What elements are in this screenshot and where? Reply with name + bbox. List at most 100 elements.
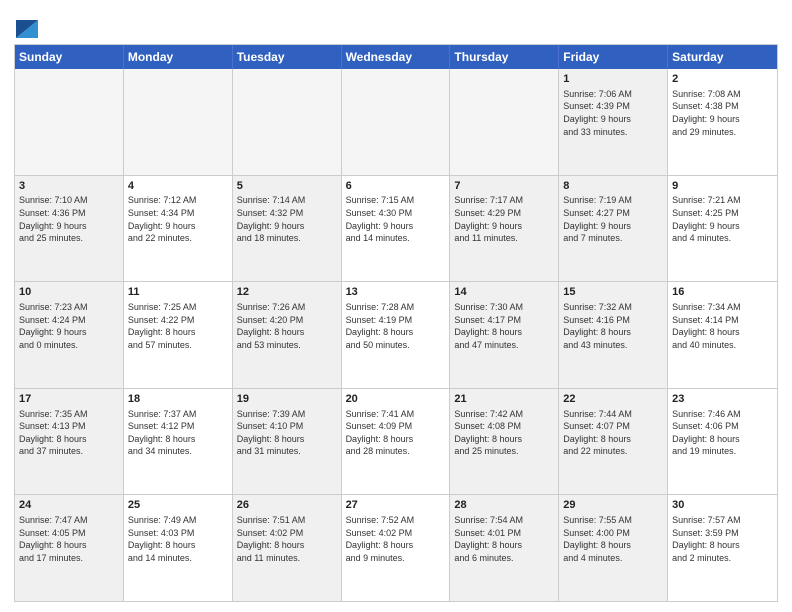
day-info: Sunrise: 7:12 AM Sunset: 4:34 PM Dayligh… (128, 194, 228, 244)
day-info: Sunrise: 7:44 AM Sunset: 4:07 PM Dayligh… (563, 408, 663, 458)
day-number: 9 (672, 179, 773, 194)
calendar-day-cell (233, 69, 342, 175)
calendar-day-cell: 3Sunrise: 7:10 AM Sunset: 4:36 PM Daylig… (15, 176, 124, 282)
day-number: 1 (563, 72, 663, 87)
day-info: Sunrise: 7:15 AM Sunset: 4:30 PM Dayligh… (346, 194, 446, 244)
day-info: Sunrise: 7:14 AM Sunset: 4:32 PM Dayligh… (237, 194, 337, 244)
weekday-header: Wednesday (342, 45, 451, 69)
day-number: 27 (346, 498, 446, 513)
day-number: 29 (563, 498, 663, 513)
calendar-day-cell: 13Sunrise: 7:28 AM Sunset: 4:19 PM Dayli… (342, 282, 451, 388)
day-info: Sunrise: 7:32 AM Sunset: 4:16 PM Dayligh… (563, 301, 663, 351)
day-info: Sunrise: 7:34 AM Sunset: 4:14 PM Dayligh… (672, 301, 773, 351)
calendar-day-cell (450, 69, 559, 175)
day-number: 13 (346, 285, 446, 300)
calendar-day-cell: 22Sunrise: 7:44 AM Sunset: 4:07 PM Dayli… (559, 389, 668, 495)
calendar-day-cell: 28Sunrise: 7:54 AM Sunset: 4:01 PM Dayli… (450, 495, 559, 601)
day-number: 2 (672, 72, 773, 87)
weekday-header: Saturday (668, 45, 777, 69)
day-number: 20 (346, 392, 446, 407)
day-number: 14 (454, 285, 554, 300)
day-number: 21 (454, 392, 554, 407)
day-info: Sunrise: 7:28 AM Sunset: 4:19 PM Dayligh… (346, 301, 446, 351)
day-info: Sunrise: 7:10 AM Sunset: 4:36 PM Dayligh… (19, 194, 119, 244)
day-number: 24 (19, 498, 119, 513)
calendar-day-cell (124, 69, 233, 175)
calendar-day-cell: 27Sunrise: 7:52 AM Sunset: 4:02 PM Dayli… (342, 495, 451, 601)
calendar-day-cell: 29Sunrise: 7:55 AM Sunset: 4:00 PM Dayli… (559, 495, 668, 601)
day-info: Sunrise: 7:37 AM Sunset: 4:12 PM Dayligh… (128, 408, 228, 458)
day-info: Sunrise: 7:39 AM Sunset: 4:10 PM Dayligh… (237, 408, 337, 458)
calendar-day-cell: 12Sunrise: 7:26 AM Sunset: 4:20 PM Dayli… (233, 282, 342, 388)
calendar-day-cell: 16Sunrise: 7:34 AM Sunset: 4:14 PM Dayli… (668, 282, 777, 388)
calendar-day-cell (342, 69, 451, 175)
calendar-day-cell: 5Sunrise: 7:14 AM Sunset: 4:32 PM Daylig… (233, 176, 342, 282)
day-number: 15 (563, 285, 663, 300)
calendar-week-row: 1Sunrise: 7:06 AM Sunset: 4:39 PM Daylig… (15, 69, 777, 175)
weekday-header: Friday (559, 45, 668, 69)
calendar-day-cell (15, 69, 124, 175)
day-number: 22 (563, 392, 663, 407)
calendar-day-cell: 14Sunrise: 7:30 AM Sunset: 4:17 PM Dayli… (450, 282, 559, 388)
day-number: 4 (128, 179, 228, 194)
day-number: 26 (237, 498, 337, 513)
calendar-day-cell: 23Sunrise: 7:46 AM Sunset: 4:06 PM Dayli… (668, 389, 777, 495)
logo (14, 10, 38, 38)
day-info: Sunrise: 7:47 AM Sunset: 4:05 PM Dayligh… (19, 514, 119, 564)
day-info: Sunrise: 7:51 AM Sunset: 4:02 PM Dayligh… (237, 514, 337, 564)
day-number: 30 (672, 498, 773, 513)
calendar-day-cell: 6Sunrise: 7:15 AM Sunset: 4:30 PM Daylig… (342, 176, 451, 282)
day-info: Sunrise: 7:49 AM Sunset: 4:03 PM Dayligh… (128, 514, 228, 564)
calendar-day-cell: 7Sunrise: 7:17 AM Sunset: 4:29 PM Daylig… (450, 176, 559, 282)
weekday-header: Monday (124, 45, 233, 69)
day-info: Sunrise: 7:41 AM Sunset: 4:09 PM Dayligh… (346, 408, 446, 458)
calendar-day-cell: 26Sunrise: 7:51 AM Sunset: 4:02 PM Dayli… (233, 495, 342, 601)
day-number: 16 (672, 285, 773, 300)
day-number: 23 (672, 392, 773, 407)
calendar-day-cell: 25Sunrise: 7:49 AM Sunset: 4:03 PM Dayli… (124, 495, 233, 601)
weekday-header: Sunday (15, 45, 124, 69)
day-number: 5 (237, 179, 337, 194)
day-number: 11 (128, 285, 228, 300)
calendar-week-row: 24Sunrise: 7:47 AM Sunset: 4:05 PM Dayli… (15, 494, 777, 601)
day-info: Sunrise: 7:25 AM Sunset: 4:22 PM Dayligh… (128, 301, 228, 351)
day-info: Sunrise: 7:26 AM Sunset: 4:20 PM Dayligh… (237, 301, 337, 351)
calendar-day-cell: 17Sunrise: 7:35 AM Sunset: 4:13 PM Dayli… (15, 389, 124, 495)
calendar-day-cell: 8Sunrise: 7:19 AM Sunset: 4:27 PM Daylig… (559, 176, 668, 282)
day-number: 8 (563, 179, 663, 194)
day-info: Sunrise: 7:17 AM Sunset: 4:29 PM Dayligh… (454, 194, 554, 244)
calendar-day-cell: 2Sunrise: 7:08 AM Sunset: 4:38 PM Daylig… (668, 69, 777, 175)
calendar-week-row: 3Sunrise: 7:10 AM Sunset: 4:36 PM Daylig… (15, 175, 777, 282)
day-info: Sunrise: 7:57 AM Sunset: 3:59 PM Dayligh… (672, 514, 773, 564)
calendar-day-cell: 9Sunrise: 7:21 AM Sunset: 4:25 PM Daylig… (668, 176, 777, 282)
calendar-day-cell: 30Sunrise: 7:57 AM Sunset: 3:59 PM Dayli… (668, 495, 777, 601)
calendar-day-cell: 10Sunrise: 7:23 AM Sunset: 4:24 PM Dayli… (15, 282, 124, 388)
calendar-day-cell: 20Sunrise: 7:41 AM Sunset: 4:09 PM Dayli… (342, 389, 451, 495)
day-number: 25 (128, 498, 228, 513)
calendar: SundayMondayTuesdayWednesdayThursdayFrid… (14, 44, 778, 602)
day-number: 7 (454, 179, 554, 194)
day-number: 6 (346, 179, 446, 194)
day-number: 17 (19, 392, 119, 407)
day-info: Sunrise: 7:46 AM Sunset: 4:06 PM Dayligh… (672, 408, 773, 458)
weekday-header: Thursday (450, 45, 559, 69)
day-info: Sunrise: 7:54 AM Sunset: 4:01 PM Dayligh… (454, 514, 554, 564)
calendar-week-row: 10Sunrise: 7:23 AM Sunset: 4:24 PM Dayli… (15, 281, 777, 388)
day-info: Sunrise: 7:30 AM Sunset: 4:17 PM Dayligh… (454, 301, 554, 351)
day-info: Sunrise: 7:08 AM Sunset: 4:38 PM Dayligh… (672, 88, 773, 138)
page: SundayMondayTuesdayWednesdayThursdayFrid… (0, 0, 792, 612)
calendar-day-cell: 21Sunrise: 7:42 AM Sunset: 4:08 PM Dayli… (450, 389, 559, 495)
day-number: 10 (19, 285, 119, 300)
day-info: Sunrise: 7:21 AM Sunset: 4:25 PM Dayligh… (672, 194, 773, 244)
calendar-day-cell: 19Sunrise: 7:39 AM Sunset: 4:10 PM Dayli… (233, 389, 342, 495)
day-info: Sunrise: 7:55 AM Sunset: 4:00 PM Dayligh… (563, 514, 663, 564)
calendar-day-cell: 24Sunrise: 7:47 AM Sunset: 4:05 PM Dayli… (15, 495, 124, 601)
calendar-day-cell: 15Sunrise: 7:32 AM Sunset: 4:16 PM Dayli… (559, 282, 668, 388)
day-info: Sunrise: 7:52 AM Sunset: 4:02 PM Dayligh… (346, 514, 446, 564)
logo-icon (16, 10, 38, 38)
calendar-day-cell: 11Sunrise: 7:25 AM Sunset: 4:22 PM Dayli… (124, 282, 233, 388)
day-info: Sunrise: 7:35 AM Sunset: 4:13 PM Dayligh… (19, 408, 119, 458)
calendar-week-row: 17Sunrise: 7:35 AM Sunset: 4:13 PM Dayli… (15, 388, 777, 495)
header (14, 10, 778, 38)
calendar-body: 1Sunrise: 7:06 AM Sunset: 4:39 PM Daylig… (15, 69, 777, 601)
